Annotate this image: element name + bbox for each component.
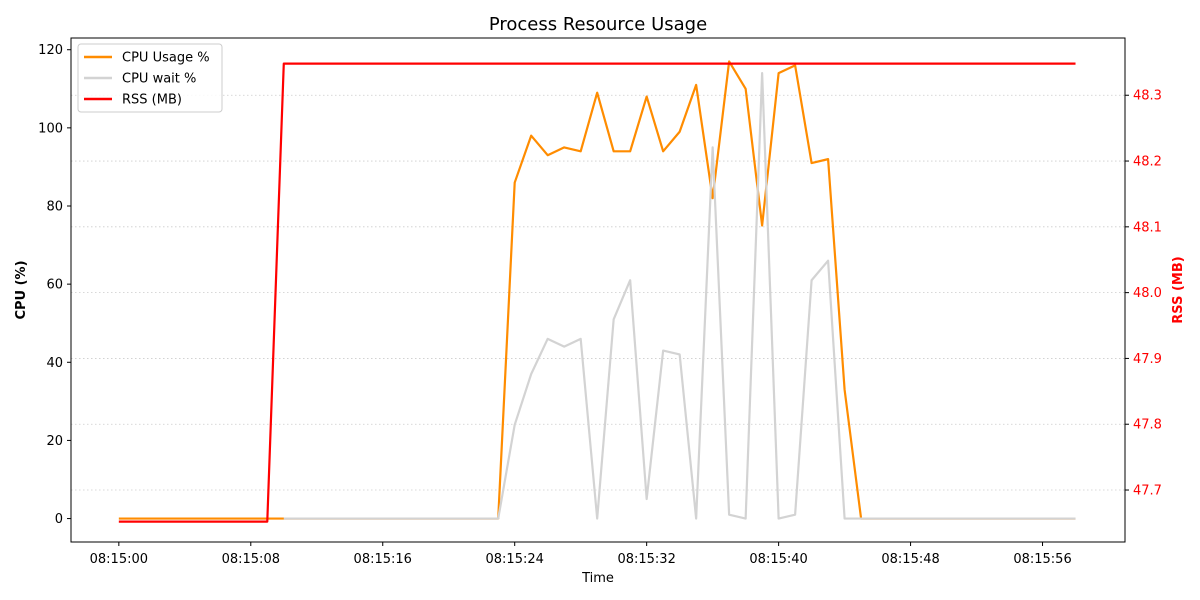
y-axis-left-title: CPU (%) <box>14 260 29 319</box>
x-tick-label: 08:15:00 <box>90 552 148 567</box>
x-tick-label: 08:15:40 <box>749 552 807 567</box>
x-axis-title: Time <box>581 571 614 586</box>
x-axis: 08:15:00 08:15:08 08:15:16 08:15:24 08:15:32… <box>90 542 1072 567</box>
chart-container: Process Resource Usage 08:15:00 08:15:08 0… <box>0 0 1200 600</box>
y-right-tick-label: 48.1 <box>1133 220 1162 235</box>
y-right-tick-label: 48.3 <box>1133 89 1162 104</box>
legend-label: CPU wait % <box>122 72 196 87</box>
series-lines <box>118 60 1076 523</box>
y-right-tick-label: 47.8 <box>1133 418 1162 433</box>
grid-lines <box>71 94 1125 491</box>
y-right-tick-label: 47.9 <box>1133 352 1162 367</box>
y-left-tick-label: 80 <box>46 200 63 215</box>
y-left-tick-label: 0 <box>55 512 63 527</box>
x-tick-label: 08:15:56 <box>1013 552 1071 567</box>
y-left-tick-label: 120 <box>38 43 63 58</box>
y-left-tick-label: 20 <box>46 434 63 449</box>
legend-label: RSS (MB) <box>122 93 182 108</box>
series-line <box>283 72 1076 520</box>
chart-title: Process Resource Usage <box>489 14 707 35</box>
x-tick-label: 08:15:24 <box>486 552 544 567</box>
chart-svg: Process Resource Usage 08:15:00 08:15:08 0… <box>14 14 1186 586</box>
y-axis-right-title: RSS (MB) <box>1171 256 1186 323</box>
x-tick-label: 08:15:08 <box>222 552 280 567</box>
series-line <box>118 60 1076 520</box>
y-left-tick-label: 100 <box>38 121 63 136</box>
x-tick-label: 08:15:16 <box>354 552 412 567</box>
plot-frame <box>70 37 1126 543</box>
y-axis-right: 47.7 47.8 47.9 48.0 48.1 48.2 48.3 <box>1125 89 1162 499</box>
x-tick-label: 08:15:48 <box>881 552 939 567</box>
y-right-tick-label: 48.0 <box>1133 286 1162 301</box>
y-right-tick-label: 48.2 <box>1133 155 1162 170</box>
y-left-tick-label: 60 <box>46 278 63 293</box>
y-right-tick-label: 47.7 <box>1133 484 1162 499</box>
legend-label: CPU Usage % <box>122 51 210 66</box>
legend: CPU Usage % CPU wait % RSS (MB) <box>77 43 223 113</box>
x-tick-label: 08:15:32 <box>617 552 675 567</box>
y-axis-left: 0 20 40 60 80 100 120 <box>38 43 71 527</box>
y-left-tick-label: 40 <box>46 356 63 371</box>
